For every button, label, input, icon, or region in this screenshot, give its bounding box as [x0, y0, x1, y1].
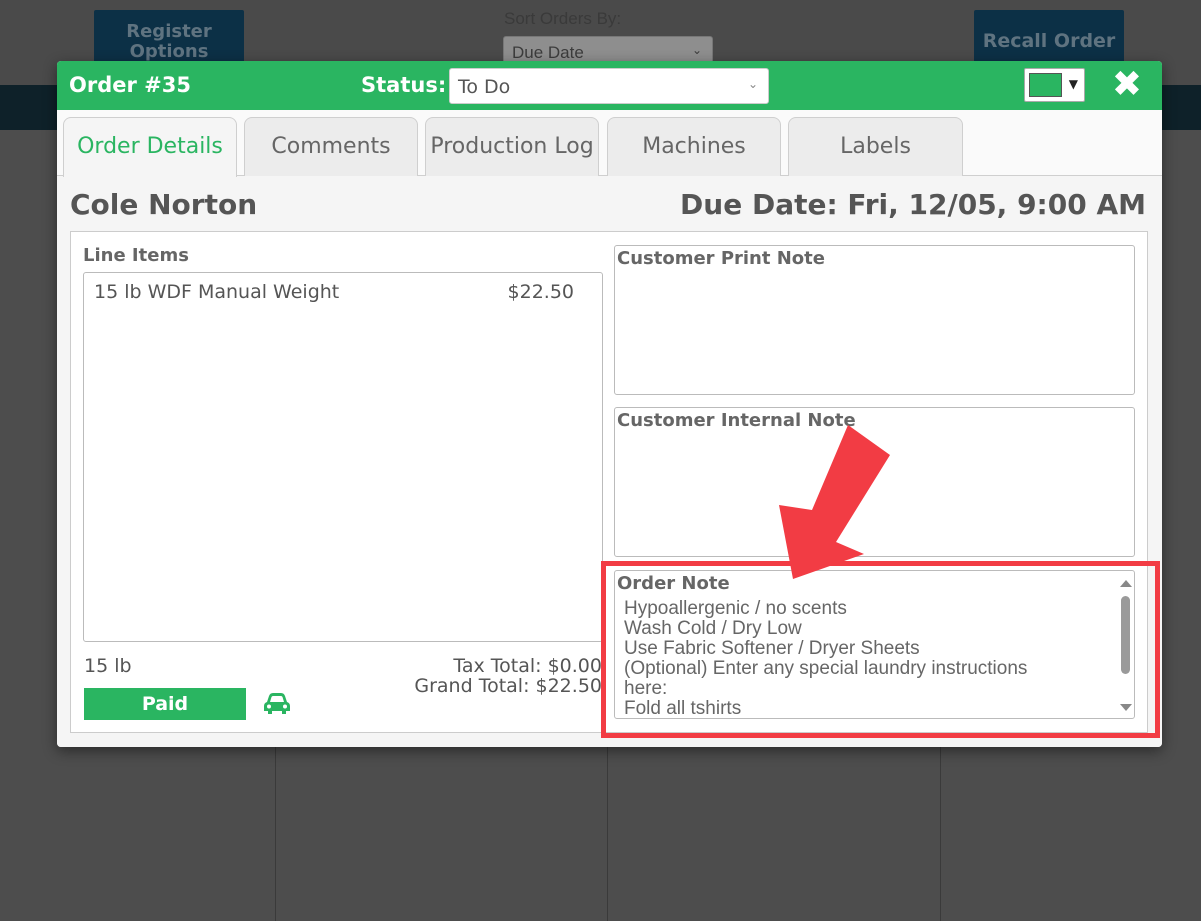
column-divider: [607, 745, 608, 921]
caret-down-icon: ▼: [1068, 77, 1078, 91]
car-icon[interactable]: [263, 692, 291, 716]
grand-total: Grand Total: $22.50: [414, 675, 602, 697]
tab-production-log[interactable]: Production Log: [425, 117, 599, 176]
sort-orders-label: Sort Orders By:: [504, 9, 622, 28]
line-item-price: $22.50: [507, 281, 574, 303]
register-options-button[interactable]: Register Options: [94, 10, 244, 66]
line-items-list: 15 lb WDF Manual Weight $22.50: [83, 272, 603, 642]
paid-status-button[interactable]: Paid: [84, 688, 246, 720]
customer-name: Cole Norton: [70, 188, 258, 221]
recall-order-button[interactable]: Recall Order: [974, 10, 1124, 66]
sort-orders-value: Due Date: [512, 43, 584, 62]
customer-print-note-label: Customer Print Note: [617, 248, 825, 269]
annotation-highlight-box: [601, 561, 1160, 738]
chevron-down-icon: ⌄: [747, 77, 758, 91]
annotation-arrow-icon: [779, 425, 890, 579]
customer-print-note[interactable]: Customer Print Note: [614, 245, 1135, 395]
status-value: To Do: [458, 76, 511, 98]
tab-order-details[interactable]: Order Details: [63, 117, 237, 177]
tab-labels[interactable]: Labels: [788, 117, 963, 176]
tab-machines[interactable]: Machines: [607, 117, 781, 176]
modal-header: Order #35 Status: To Do ⌄ ▼ ✖: [57, 61, 1162, 110]
tab-comments[interactable]: Comments: [244, 117, 418, 176]
line-item-name: 15 lb WDF Manual Weight: [94, 281, 340, 303]
order-title: Order #35: [69, 73, 191, 97]
status-select[interactable]: To Do ⌄: [449, 68, 769, 104]
close-icon[interactable]: ✖: [1109, 67, 1145, 103]
column-divider: [940, 745, 941, 921]
chevron-down-icon: ⌄: [691, 43, 702, 57]
column-divider: [275, 745, 276, 921]
color-picker[interactable]: ▼: [1024, 68, 1085, 102]
due-date: Due Date: Fri, 12/05, 9:00 AM: [680, 188, 1146, 221]
line-items-label: Line Items: [83, 245, 189, 266]
weight-total: 15 lb: [84, 655, 132, 677]
status-label: Status:: [361, 73, 447, 97]
color-swatch: [1029, 73, 1062, 97]
tax-total: Tax Total: $0.00: [453, 655, 602, 677]
